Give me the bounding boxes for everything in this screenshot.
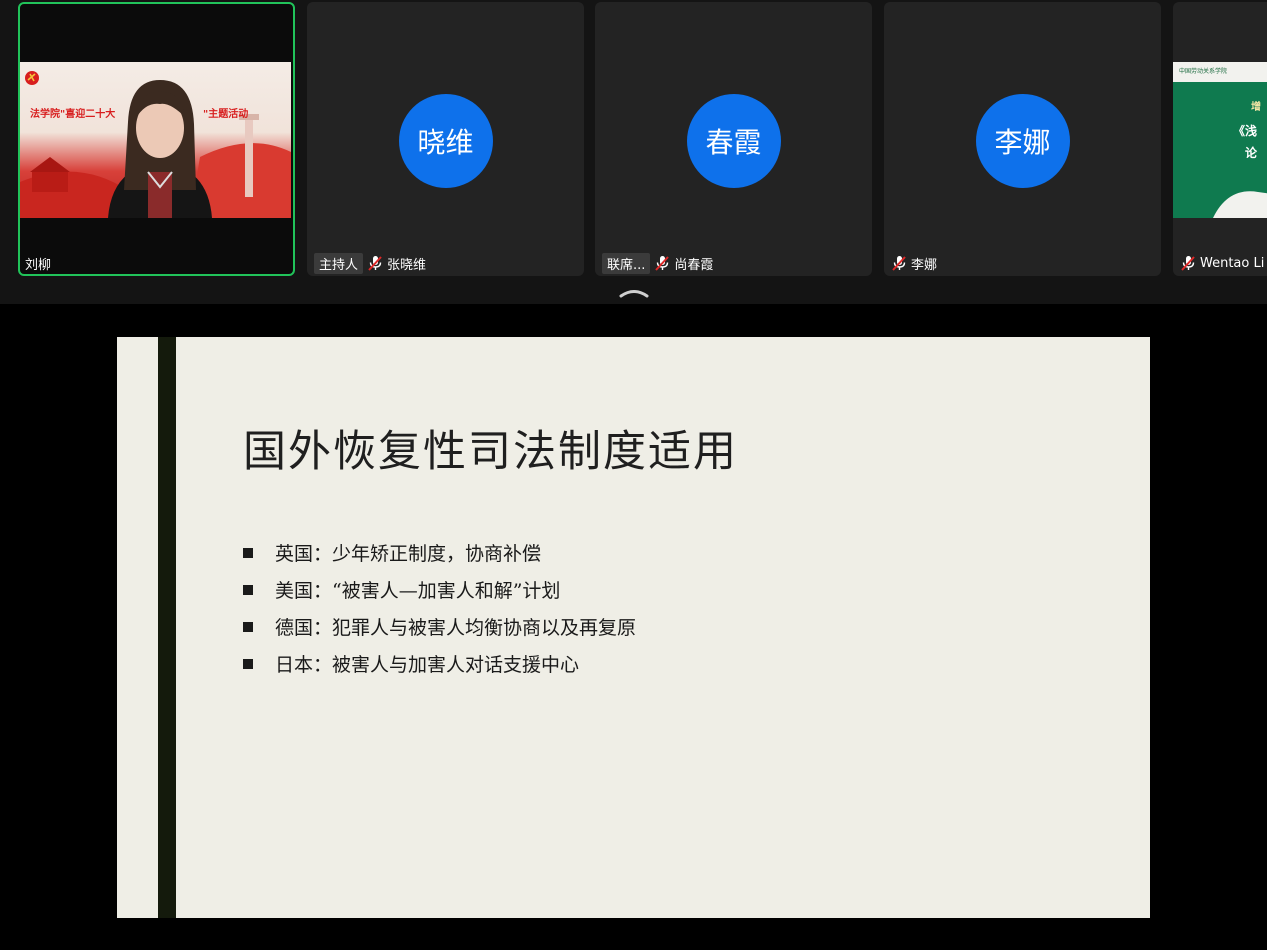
participant-name-tag: 主持人 张晓维 <box>314 252 427 274</box>
slide-bullet: 德国：犯罪人与被害人均衡协商以及再复原 <box>243 608 636 645</box>
cohost-role-badge: 联席... <box>602 252 651 274</box>
slide-title: 国外恢复性司法制度适用 <box>243 427 738 477</box>
participant-tile-zhang-xiaowei[interactable]: 晓维 主持人 张晓维 <box>307 2 584 276</box>
slide-bullet-text: 日本：被害人与加害人对话支援中心 <box>275 654 580 676</box>
participant-tile-liu-liu[interactable]: 法学院"喜迎二十大 "主题活动 刘柳 <box>18 2 295 276</box>
slide-bullet-text: 德国：犯罪人与被害人均衡协商以及再复原 <box>275 617 637 639</box>
shared-screen-slide: 国外恢复性司法制度适用 英国：少年矫正制度，协商补偿 美国：“被害人—加害人和解… <box>117 337 1150 918</box>
slide-accent-bar <box>158 337 176 918</box>
participant-name: 张晓维 <box>387 257 427 273</box>
bullet-square-icon <box>243 621 253 632</box>
collapse-strip-button[interactable] <box>618 284 650 298</box>
participant-tile-li-na[interactable]: 李娜 李娜 <box>884 2 1161 276</box>
participant-tile-wentao-li[interactable]: 中国劳动关系学院 增 《浅 论 Wentao Li <box>1173 2 1267 276</box>
bullet-square-icon <box>243 584 253 595</box>
mic-muted-icon <box>891 255 907 271</box>
video-banner-left: 法学院"喜迎二十大 <box>30 109 116 120</box>
slide-bullet: 英国：少年矫正制度，协商补偿 <box>243 534 636 571</box>
participant-name: 李娜 <box>911 257 938 273</box>
participant-name-tag: Wentao Li <box>1180 253 1264 273</box>
participant-video: 中国劳动关系学院 增 《浅 论 <box>1173 62 1267 218</box>
slide-bullet-text: 英国：少年矫正制度，协商补偿 <box>275 543 542 565</box>
host-role-badge: 主持人 <box>314 252 364 274</box>
participant-strip: 法学院"喜迎二十大 "主题活动 刘柳 晓维 主持人 张晓维 春霞 联席... 尚… <box>0 0 1267 304</box>
participant-name-tag: 联席... 尚春霞 <box>602 252 714 274</box>
participant-avatar: 晓维 <box>398 94 493 188</box>
participant-name: 尚春霞 <box>674 257 714 273</box>
video-banner-right: "主题活动 <box>203 109 249 120</box>
participant-name: 刘柳 <box>25 257 52 273</box>
chevron-up-icon <box>619 290 649 298</box>
mic-muted-icon <box>1180 255 1196 271</box>
participant-video: 法学院"喜迎二十大 "主题活动 <box>20 62 291 218</box>
bullet-square-icon <box>243 547 253 558</box>
participant-name-tag: 李娜 <box>891 253 937 273</box>
bullet-square-icon <box>243 658 253 669</box>
participant-tile-shang-chunxia[interactable]: 春霞 联席... 尚春霞 <box>595 2 872 276</box>
participant-name-tag: 刘柳 <box>25 253 51 273</box>
slide-bullet: 美国：“被害人—加害人和解”计划 <box>243 571 636 608</box>
slide-bullet: 日本：被害人与加害人对话支援中心 <box>243 645 636 682</box>
participant-avatar: 春霞 <box>686 94 781 188</box>
mic-muted-icon <box>367 255 383 271</box>
slide-bullet-text: 美国：“被害人—加害人和解”计划 <box>275 580 561 602</box>
participant-avatar: 李娜 <box>975 94 1070 188</box>
slide-bullet-list: 英国：少年矫正制度，协商补偿 美国：“被害人—加害人和解”计划 德国：犯罪人与被… <box>243 534 636 682</box>
mic-muted-icon <box>654 255 670 271</box>
participant-name: Wentao Li <box>1200 255 1265 271</box>
